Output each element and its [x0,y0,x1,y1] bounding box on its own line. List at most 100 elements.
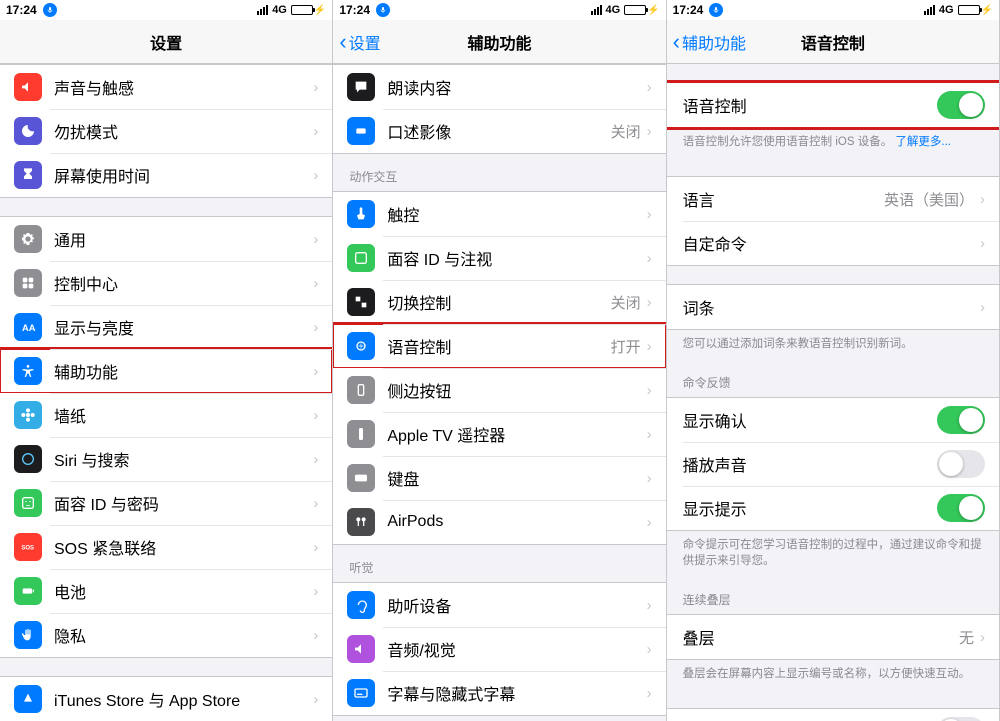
row-label: 电池 [54,579,313,603]
chevron-right-icon: › [313,363,318,380]
speaker-icon [14,73,42,101]
chevron-right-icon: › [313,539,318,556]
row-audio-visual[interactable]: 音频/视觉 › [333,627,665,671]
chevron-right-icon: › [313,231,318,248]
accessibility-list[interactable]: 朗读内容 › 口述影像 关闭 › 动作交互 触控 › 面容 ID 与注视 › [333,64,665,721]
siri-icon [14,445,42,473]
row-keyboard[interactable]: 键盘 › [333,456,665,500]
text-size-icon: AA [14,313,42,341]
row-subtitles[interactable]: 字幕与隐藏式字幕 › [333,671,665,715]
row-hearing-devices[interactable]: 助听设备 › [333,583,665,627]
sos-icon: SOS [14,533,42,561]
airpods-icon [347,508,375,536]
row-voice-control-toggle[interactable]: 语音控制 [667,83,999,127]
row-spoken-content[interactable]: 朗读内容 › [333,65,665,109]
row-battery[interactable]: 电池 › [0,569,332,613]
chevron-right-icon: › [313,627,318,644]
signal-icon [257,5,268,15]
row-label: 语音控制 [683,93,937,117]
voice-control-switch[interactable] [937,91,985,119]
recording-indicator-icon [43,3,57,17]
chevron-left-icon: ‹ [339,31,346,53]
side-button-icon [347,376,375,404]
row-siri[interactable]: Siri 与搜索 › [0,437,332,481]
row-faceid[interactable]: 面容 ID 与密码 › [0,481,332,525]
row-audio-description[interactable]: 口述影像 关闭 › [333,109,665,153]
charging-icon: ⚡ [647,5,659,16]
faceid-icon [347,244,375,272]
row-label: 显示确认 [683,408,937,432]
row-label: 语言 [683,187,884,211]
row-general[interactable]: 通用 › [0,217,332,261]
row-sos[interactable]: SOS SOS 紧急联络 › [0,525,332,569]
row-custom-commands[interactable]: 自定命令 › [667,221,999,265]
chevron-right-icon: › [313,275,318,292]
feedback-footer: 命令提示可在您学习语音控制的过程中，通过建议命令和提供提示来引导您。 [667,531,999,577]
status-bar: 17:24 4G ⚡ [0,0,332,20]
show-confirmation-switch[interactable] [937,406,985,434]
row-privacy[interactable]: 隐私 › [0,613,332,657]
row-accessibility[interactable]: 辅助功能 › [0,349,332,393]
chevron-right-icon: › [313,79,318,96]
row-label: 控制中心 [54,271,313,295]
row-voice-control[interactable]: 语音控制 打开 › [333,324,665,368]
voice-control-list[interactable]: 语音控制 语音控制允许您使用语音控制 iOS 设备。 了解更多... 语言 英语… [667,64,999,721]
status-bar: 17:24 4G ⚡ [333,0,665,20]
audio-visual-icon [347,635,375,663]
row-side-button[interactable]: 侧边按钮 › [333,368,665,412]
chevron-right-icon: › [647,382,652,399]
show-hints-switch[interactable] [937,494,985,522]
row-label: 辅助功能 [54,359,313,383]
row-apple-tv-remote[interactable]: Apple TV 遥控器 › [333,412,665,456]
back-button[interactable]: ‹ 辅助功能 [667,30,746,54]
attention-switch[interactable] [937,717,985,721]
subtitles-icon [347,679,375,707]
play-sound-switch[interactable] [937,450,985,478]
row-display[interactable]: AA 显示与亮度 › [0,305,332,349]
row-faceid-attention[interactable]: 面容 ID 与注视 › [333,236,665,280]
voice-control-footer: 语音控制允许您使用语音控制 iOS 设备。 了解更多... [667,128,999,158]
row-itunes[interactable]: iTunes Store 与 App Store › [0,677,332,721]
row-label: 词条 [683,295,980,319]
row-label: 播放声音 [683,452,937,476]
touch-icon [347,200,375,228]
row-label: 墙纸 [54,403,313,427]
row-label: 朗读内容 [387,75,646,99]
row-label: Apple TV 遥控器 [387,422,646,446]
chevron-right-icon: › [980,299,985,316]
row-sound-haptics[interactable]: 声音与触感 › [0,65,332,109]
row-control-center[interactable]: 控制中心 › [0,261,332,305]
flower-icon [14,401,42,429]
svg-text:AA: AA [22,323,36,333]
chevron-right-icon: › [647,123,652,140]
settings-list[interactable]: 声音与触感 › 勿扰模式 › 屏幕使用时间 › 通用 › 控制中心 [0,64,332,721]
row-show-confirmation[interactable]: 显示确认 [667,398,999,442]
row-show-hints[interactable]: 显示提示 [667,486,999,530]
row-vocabulary[interactable]: 词条 › [667,285,999,329]
row-touch[interactable]: 触控 › [333,192,665,236]
row-switch-control[interactable]: 切换控制 关闭 › [333,280,665,324]
section-overlay: 连续叠层 [667,577,999,614]
settings-pane: 17:24 4G ⚡ 设置 声音与触感 › 勿扰模式 › 屏幕使用时间 › [0,0,333,721]
row-attention-aware[interactable]: 注视感知 [667,709,999,721]
signal-icon [924,5,935,15]
status-time: 17:24 [673,3,704,17]
chevron-right-icon: › [313,495,318,512]
back-button[interactable]: ‹ 设置 [333,30,380,54]
row-label: iTunes Store 与 App Store [54,687,313,711]
row-play-sound[interactable]: 播放声音 [667,442,999,486]
row-airpods[interactable]: AirPods › [333,500,665,544]
row-wallpaper[interactable]: 墙纸 › [0,393,332,437]
network-label: 4G [272,4,287,16]
row-language[interactable]: 语言 英语（美国） › [667,177,999,221]
status-time: 17:24 [339,3,370,17]
row-dnd[interactable]: 勿扰模式 › [0,109,332,153]
learn-more-link[interactable]: 了解更多... [895,136,951,148]
row-label: Siri 与搜索 [54,447,313,471]
row-screentime[interactable]: 屏幕使用时间 › [0,153,332,197]
row-label: 显示提示 [683,496,937,520]
overlay-footer: 叠层会在屏幕内容上显示编号或名称，以方便快速互动。 [667,660,999,690]
nav-header: ‹ 设置 辅助功能 [333,20,665,64]
row-overlay[interactable]: 叠层 无 › [667,615,999,659]
row-label: 自定命令 [683,231,980,255]
